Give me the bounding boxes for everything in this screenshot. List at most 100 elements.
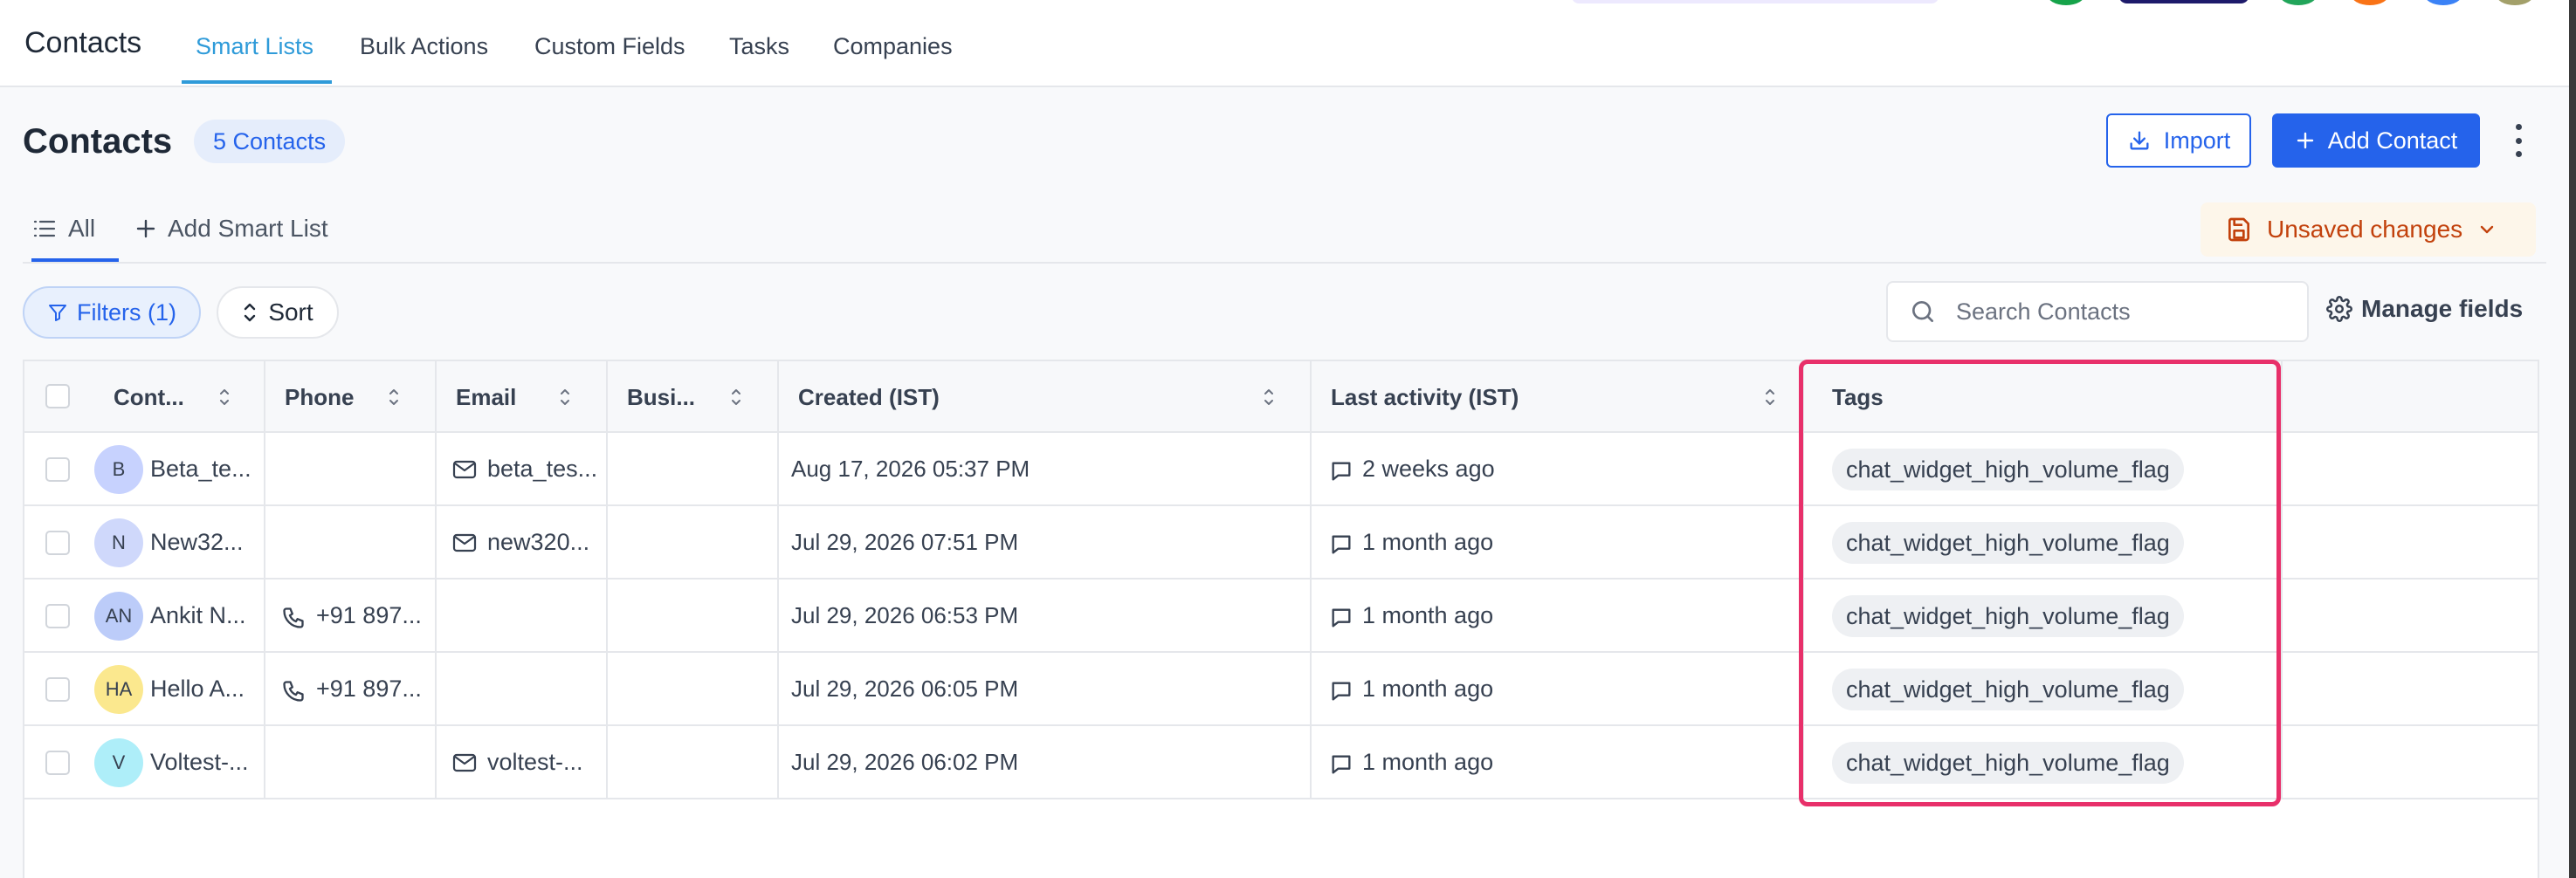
top-upgrade-pill[interactable] — [2118, 0, 2249, 3]
tag-chip[interactable]: chat_widget_high_volume_flag — [1832, 449, 2184, 490]
mail-icon — [452, 459, 477, 480]
sort-button[interactable]: Sort — [217, 286, 339, 339]
tag-chip[interactable]: chat_widget_high_volume_flag — [1832, 522, 2184, 564]
column-header-last-activity[interactable]: Last activity (IST) — [1331, 384, 1519, 411]
avatar: AN — [94, 592, 143, 641]
import-button[interactable]: Import — [2106, 113, 2251, 168]
last-activity: 1 month ago — [1362, 529, 1494, 555]
search-input[interactable] — [1956, 298, 2288, 326]
column-header-contact[interactable]: Cont... — [114, 384, 184, 411]
top-search-pill[interactable] — [1572, 0, 1939, 3]
sort-icon[interactable] — [730, 386, 742, 408]
column-header-phone[interactable]: Phone — [285, 384, 354, 411]
contact-email[interactable]: voltest-... — [487, 749, 583, 776]
sort-icon[interactable] — [218, 386, 231, 408]
avatar: N — [94, 518, 143, 567]
contact-name[interactable]: New32... — [150, 529, 244, 556]
page-title: Contacts — [23, 122, 173, 161]
row-checkbox[interactable] — [45, 457, 70, 482]
add-contact-button[interactable]: Add Contact — [2272, 113, 2480, 168]
contact-email[interactable]: new320... — [487, 529, 589, 556]
chat-icon — [1329, 606, 1353, 630]
tab-smart-lists[interactable]: Smart Lists — [196, 33, 313, 60]
created-date: Jul 29, 2026 06:05 PM — [791, 676, 1019, 702]
chat-icon — [1329, 679, 1353, 703]
mail-icon — [452, 752, 477, 773]
chat-icon — [1329, 459, 1353, 484]
table-row[interactable]: N New32... new320... Jul 29, 2026 07:51 … — [24, 506, 2538, 580]
table-row[interactable]: V Voltest-... voltest-... Jul 29, 2026 0… — [24, 726, 2538, 799]
status-dot-green[interactable] — [2047, 0, 2085, 5]
contact-name[interactable]: Beta_te... — [150, 456, 251, 483]
manage-fields-button[interactable]: Manage fields — [2326, 295, 2523, 323]
add-smart-list-label: Add Smart List — [168, 215, 328, 242]
list-icon — [33, 219, 56, 238]
row-checkbox[interactable] — [45, 531, 70, 555]
row-checkbox[interactable] — [45, 604, 70, 628]
contact-name[interactable]: Voltest-... — [150, 749, 249, 776]
avatar: B — [94, 445, 143, 494]
column-header-business[interactable]: Busi... — [627, 384, 695, 411]
subtab-divider — [23, 262, 2546, 264]
import-label: Import — [2163, 127, 2231, 154]
sort-icon[interactable] — [1263, 386, 1275, 408]
status-dot-orange[interactable] — [2351, 0, 2389, 5]
table-header: Cont... Phone Email Busi... Created (IST… — [24, 361, 2538, 433]
active-tab-indicator — [182, 80, 332, 84]
chat-icon — [1329, 532, 1353, 557]
last-activity: 1 month ago — [1362, 749, 1494, 775]
created-date: Aug 17, 2026 05:37 PM — [791, 456, 1030, 482]
sort-icon[interactable] — [1764, 386, 1776, 408]
gear-icon — [2326, 296, 2352, 322]
window-edge — [2569, 0, 2576, 878]
column-header-email[interactable]: Email — [456, 384, 516, 411]
search-box[interactable] — [1886, 281, 2309, 342]
status-dot-blue[interactable] — [2424, 0, 2462, 5]
more-options-icon[interactable] — [2506, 120, 2531, 161]
table-row[interactable]: AN Ankit N... +91 897... Jul 29, 2026 06… — [24, 580, 2538, 653]
last-activity: 1 month ago — [1362, 676, 1494, 702]
search-icon — [1909, 298, 1937, 326]
sort-label: Sort — [268, 298, 313, 326]
row-checkbox[interactable] — [45, 677, 70, 702]
top-nav-bar: Contacts Smart Lists Bulk Actions Custom… — [0, 0, 2576, 87]
sort-icon — [242, 301, 258, 324]
avatar: V — [94, 738, 143, 787]
contact-email[interactable]: beta_tes... — [487, 456, 597, 483]
table-row[interactable]: B Beta_te... beta_tes... Aug 17, 2026 05… — [24, 433, 2538, 506]
status-dot-olive[interactable] — [2496, 0, 2534, 5]
unsaved-changes-dropdown[interactable]: Unsaved changes — [2201, 202, 2536, 257]
avatar: HA — [94, 665, 143, 714]
select-all-checkbox[interactable] — [45, 384, 70, 408]
tab-companies[interactable]: Companies — [833, 33, 953, 60]
tab-custom-fields[interactable]: Custom Fields — [534, 33, 685, 60]
plus-icon — [136, 219, 155, 238]
row-checkbox[interactable] — [45, 751, 70, 775]
phone-icon — [281, 679, 306, 703]
chat-icon — [1329, 752, 1353, 777]
column-header-tags[interactable]: Tags — [1832, 384, 1884, 411]
contact-count-badge: 5 Contacts — [194, 120, 346, 163]
contact-phone[interactable]: +91 897... — [316, 676, 422, 703]
column-header-created[interactable]: Created (IST) — [798, 384, 940, 411]
contact-name[interactable]: Hello A... — [150, 676, 245, 703]
table-row[interactable]: HA Hello A... +91 897... Jul 29, 2026 06… — [24, 653, 2538, 726]
contact-phone[interactable]: +91 897... — [316, 602, 422, 629]
smart-list-tab-all[interactable]: All — [33, 215, 95, 243]
add-smart-list-button[interactable]: Add Smart List — [136, 215, 328, 243]
phone-icon — [281, 606, 306, 630]
tab-bulk-actions[interactable]: Bulk Actions — [360, 33, 488, 60]
status-dot-teal[interactable] — [2279, 0, 2318, 5]
filters-button[interactable]: Filters (1) — [23, 286, 201, 339]
sort-icon[interactable] — [388, 386, 400, 408]
all-tab-label: All — [68, 215, 96, 242]
mail-icon — [452, 532, 477, 553]
tag-chip[interactable]: chat_widget_high_volume_flag — [1832, 742, 2184, 784]
sort-icon[interactable] — [559, 386, 571, 408]
tag-chip[interactable]: chat_widget_high_volume_flag — [1832, 595, 2184, 637]
tab-tasks[interactable]: Tasks — [729, 33, 789, 60]
tag-chip[interactable]: chat_widget_high_volume_flag — [1832, 669, 2184, 710]
unsaved-changes-label: Unsaved changes — [2267, 216, 2463, 243]
download-icon — [2127, 128, 2152, 153]
contact-name[interactable]: Ankit N... — [150, 602, 246, 629]
